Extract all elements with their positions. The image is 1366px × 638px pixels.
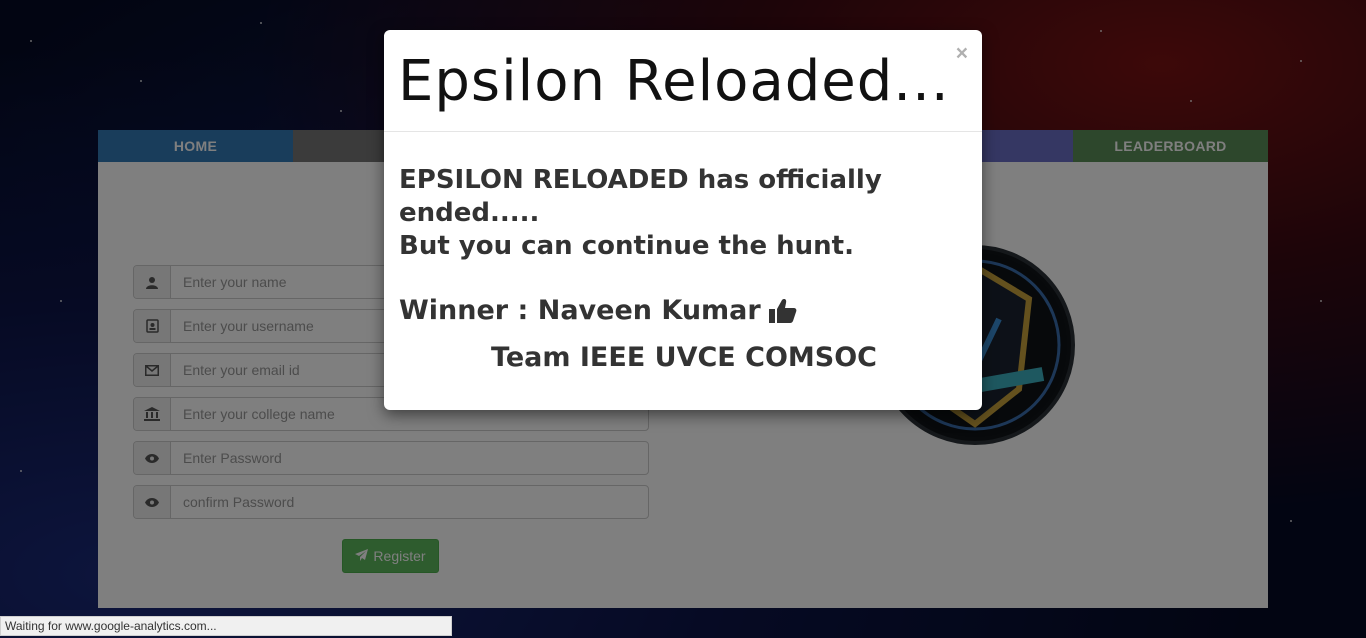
modal-body: EPSILON RELOADED has officially ended...…	[399, 164, 969, 373]
winner-separator: :	[508, 295, 538, 326]
ended-message: EPSILON RELOADED has officially ended...…	[399, 165, 882, 228]
modal-header: Epsilon Reloaded... ×	[384, 30, 982, 132]
modal-title: Epsilon Reloaded...	[398, 49, 950, 114]
team-signature: Team IEEE UVCE COMSOC	[490, 342, 877, 373]
winner-label: Winner	[399, 295, 509, 326]
continue-message: But you can continue the hunt.	[399, 231, 854, 261]
winner-name: Naveen Kumar	[537, 295, 761, 326]
close-icon[interactable]: ×	[956, 42, 968, 66]
browser-status-bar: Waiting for www.google-analytics.com...	[0, 616, 452, 636]
thumbs-up-icon	[768, 298, 797, 324]
winner-line: Winner : Naveen Kumar	[399, 295, 969, 326]
status-text: Waiting for www.google-analytics.com...	[5, 619, 217, 633]
announcement-modal: Epsilon Reloaded... × EPSILON RELOADED h…	[384, 30, 982, 410]
